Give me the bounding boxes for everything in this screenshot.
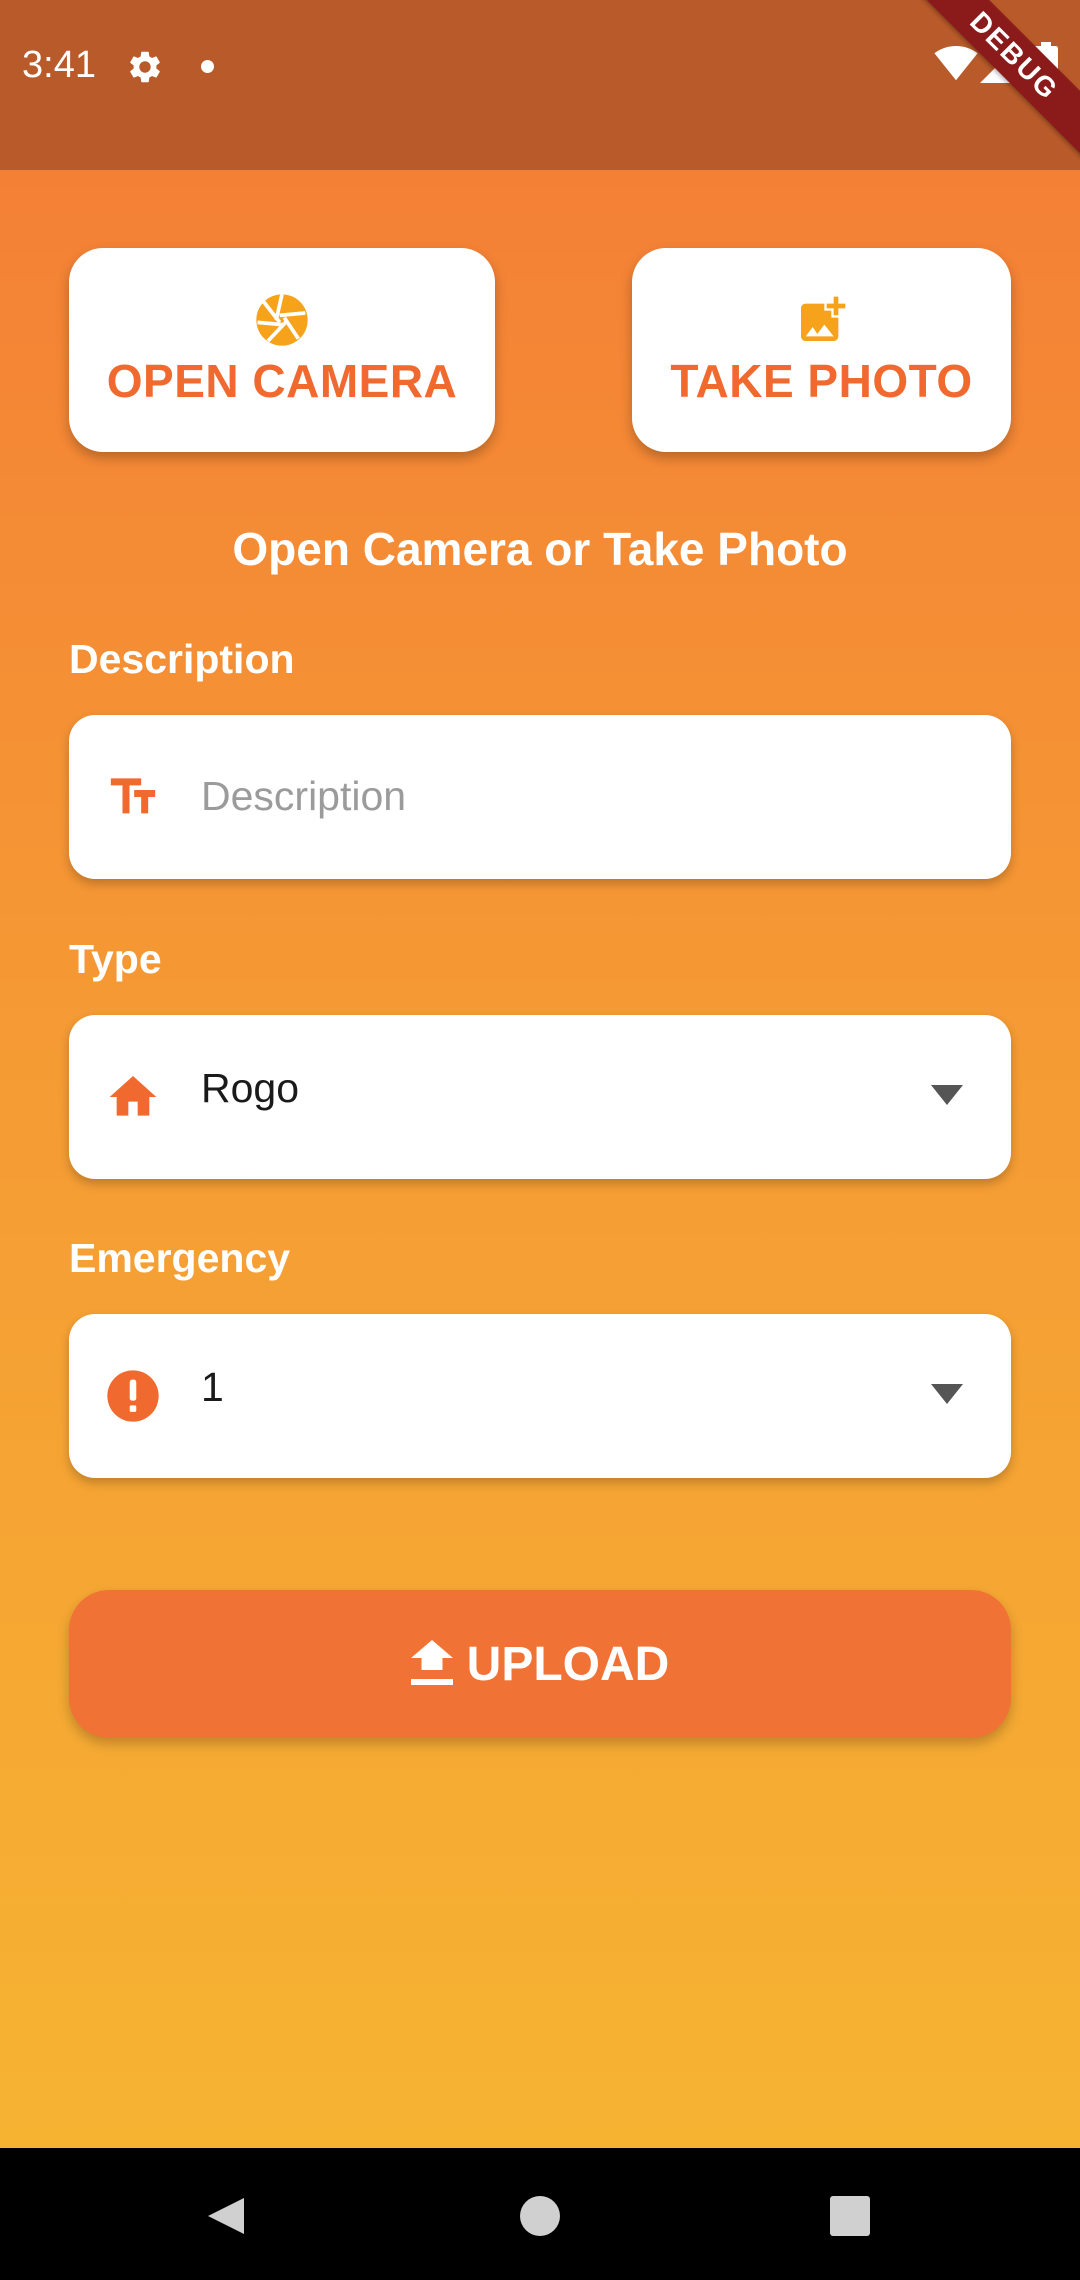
add-photo-icon <box>800 296 845 341</box>
open-camera-label: OPEN CAMERA <box>106 355 458 407</box>
chevron-down-icon[interactable] <box>931 1085 963 1105</box>
status-time: 3:41 <box>22 44 96 86</box>
upload-icon <box>410 1640 453 1685</box>
open-camera-button[interactable]: OPEN CAMERA <box>69 248 495 452</box>
gear-icon <box>130 51 160 83</box>
recents-icon[interactable] <box>820 2186 880 2246</box>
navigation-bar <box>0 2148 1080 2280</box>
instruction-text: Open Camera or Take Photo <box>232 523 848 575</box>
home-circle-icon[interactable] <box>510 2186 570 2246</box>
emergency-label: Emergency <box>69 1235 291 1281</box>
alert-icon <box>107 1370 159 1422</box>
take-photo-label: TAKE PHOTO <box>670 355 973 407</box>
description-field[interactable] <box>69 715 1011 879</box>
type-label: Type <box>69 936 162 982</box>
upload-label: UPLOAD <box>466 1637 670 1691</box>
wifi-icon <box>934 46 978 81</box>
upload-button[interactable]: UPLOAD <box>69 1590 1011 1738</box>
take-photo-button[interactable]: TAKE PHOTO <box>632 248 1011 452</box>
camera-shutter-icon <box>256 293 308 346</box>
status-bar: 3:41 DEBUG <box>0 0 1080 170</box>
type-selected-value: Rogo <box>201 1065 300 1111</box>
description-label: Description <box>69 636 295 682</box>
type-dropdown[interactable]: Rogo <box>69 1015 1011 1179</box>
emergency-selected-value: 1 <box>201 1364 224 1410</box>
text-fields-icon <box>110 778 156 814</box>
description-input[interactable] <box>201 765 961 827</box>
chevron-down-icon[interactable] <box>931 1384 963 1404</box>
back-icon[interactable] <box>196 2186 256 2246</box>
emergency-dropdown[interactable]: 1 <box>69 1314 1011 1478</box>
notification-dot-icon <box>201 60 214 73</box>
home-icon <box>109 1076 157 1116</box>
